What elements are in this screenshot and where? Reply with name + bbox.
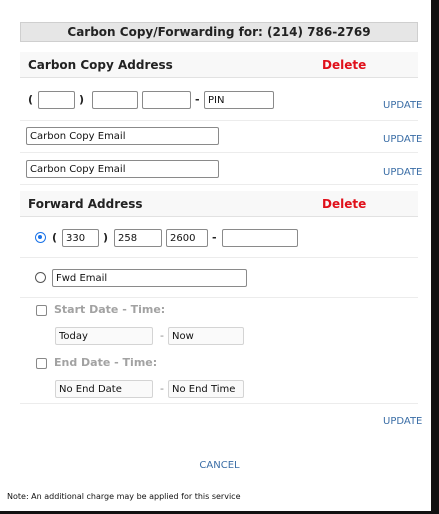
phone-dash: - — [195, 93, 200, 106]
carbon-copy-area-code-input[interactable] — [38, 91, 75, 109]
window-frame-right — [431, 0, 439, 514]
charge-note: Note: An additional charge may be applie… — [7, 492, 241, 501]
carbon-copy-delete-link[interactable]: Delete — [322, 52, 366, 78]
carbon-copy-email-update-link-2[interactable]: UPDATE — [383, 167, 422, 178]
close-paren: ) — [103, 231, 109, 244]
start-date-input[interactable] — [55, 327, 153, 345]
carbon-copy-header: Carbon Copy Address Delete — [20, 52, 418, 78]
forward-extension-input[interactable] — [222, 229, 298, 247]
carbon-copy-email-input-2[interactable] — [26, 160, 219, 178]
close-paren: ) — [79, 93, 85, 106]
forward-area-code-input[interactable] — [62, 229, 99, 247]
carbon-copy-phone-update-link[interactable]: UPDATE — [383, 100, 422, 111]
end-date-dash: - — [160, 382, 164, 395]
carbon-copy-prefix-input[interactable] — [92, 91, 138, 109]
end-date-label: End Date - Time: — [54, 356, 158, 369]
start-date-label: Start Date - Time: — [54, 303, 166, 316]
forward-email-input[interactable] — [52, 269, 247, 287]
forward-line-input[interactable] — [166, 229, 208, 247]
end-time-input[interactable] — [168, 380, 244, 398]
carbon-copy-email-update-link-1[interactable]: UPDATE — [383, 134, 422, 145]
carbon-copy-email-row-1: UPDATE — [20, 121, 422, 153]
page-title: Carbon Copy/Forwarding for: (214) 786-27… — [20, 22, 418, 42]
carbon-copy-email-row-2: UPDATE — [20, 153, 422, 185]
start-date-checkbox[interactable] — [36, 305, 47, 316]
carbon-copy-header-label: Carbon Copy Address — [28, 58, 173, 72]
end-date-input[interactable] — [55, 380, 153, 398]
forward-divider — [20, 403, 418, 404]
forward-prefix-input[interactable] — [114, 229, 162, 247]
forward-update-link[interactable]: UPDATE — [383, 416, 422, 427]
forward-phone-radio[interactable] — [35, 232, 46, 243]
open-paren: ( — [52, 231, 58, 244]
cancel-link[interactable]: CANCEL — [0, 460, 439, 471]
start-time-input[interactable] — [168, 327, 244, 345]
forward-email-radio[interactable] — [35, 272, 46, 283]
carbon-copy-phone-row: ( ) - UPDATE — [20, 84, 422, 121]
carbon-copy-line-input[interactable] — [142, 91, 191, 109]
forward-delete-link[interactable]: Delete — [322, 191, 366, 217]
forward-header-label: Forward Address — [28, 197, 143, 211]
open-paren: ( — [28, 93, 34, 106]
forward-header: Forward Address Delete — [20, 191, 418, 217]
carbon-copy-pin-input[interactable] — [204, 91, 274, 109]
forward-phone-row: ( ) - — [20, 219, 418, 258]
forward-email-row — [20, 258, 418, 298]
phone-dash: - — [212, 231, 217, 244]
start-date-dash: - — [160, 329, 164, 342]
end-date-checkbox[interactable] — [36, 358, 47, 369]
carbon-copy-email-input-1[interactable] — [26, 127, 219, 145]
